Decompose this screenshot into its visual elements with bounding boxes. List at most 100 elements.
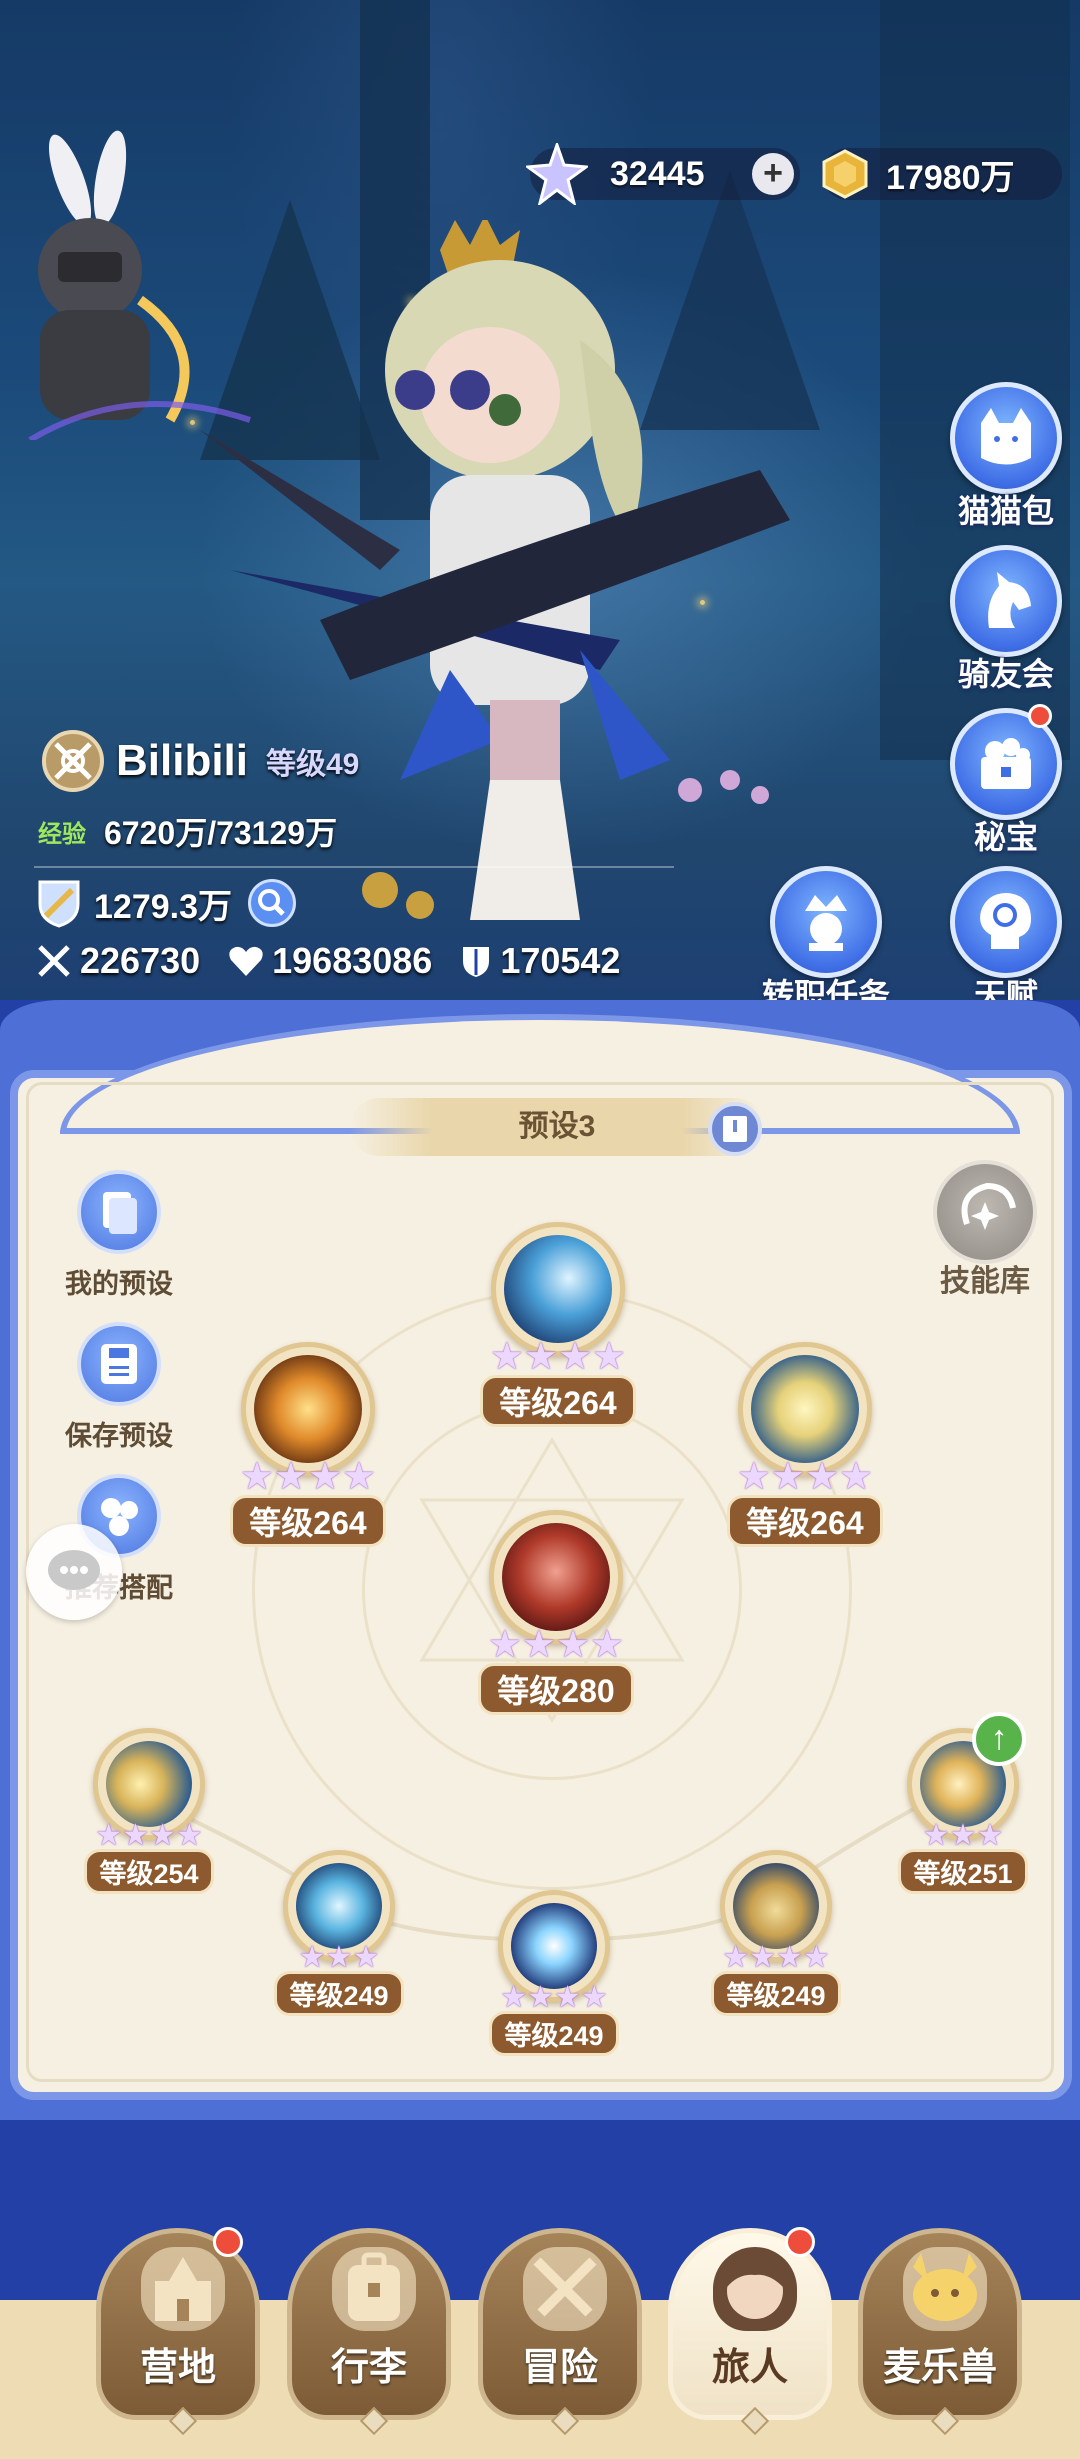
nav-traveler[interactable]: 旅人 [668,2227,832,2436]
camp-notification-dot [213,2227,243,2257]
skill-level: 等级249 [711,1971,841,2016]
skill-level: 等级249 [489,2011,619,2056]
lightning-skill-icon [504,1235,612,1343]
treasure-notification-dot [1028,704,1052,728]
rider-club-button[interactable]: 骑友会 [944,545,1068,695]
power-detail-button[interactable] [248,879,296,927]
treasure-button[interactable]: 秘宝 [944,704,1068,858]
cat-pet-icon [903,2247,987,2331]
skill-slot-bottom-3[interactable]: ★★★★ 等级249 [711,1850,841,2016]
preset-rename-button[interactable] [708,1102,762,1156]
nav-pet[interactable]: 麦乐兽 [858,2228,1022,2436]
nav-adventure[interactable]: 冒险 [478,2228,642,2436]
star-gem-icon [526,143,588,205]
fortress-skill-icon [733,1863,819,1949]
job-quest-icon-frame [770,866,882,978]
floating-chat-button[interactable] [26,1524,122,1620]
skill-level: 等级264 [230,1495,386,1547]
attack-stat: 226730 [36,940,200,982]
defense-stat: 170542 [460,940,620,982]
nav-camp[interactable]: 营地 [96,2227,260,2436]
skill-stars: ★★★★ [722,1941,830,1974]
skill-slot-bottom-1[interactable]: ★★★ 等级249 [274,1850,404,2016]
search-icon [258,889,285,916]
skill-level: 等级254 [84,1849,214,1894]
save-disk-icon [101,1344,137,1384]
player-level: 等级49 [266,748,360,781]
nav-camp-label: 营地 [139,2347,216,2389]
divider [34,866,674,868]
nav-traveler-label: 旅人 [711,2347,788,2389]
hp-value: 19683086 [272,940,433,981]
book-icon [723,1116,747,1142]
skill-slot-center[interactable]: ★★★★ 等级280 [466,1510,646,1715]
skill-level: 等级264 [480,1375,636,1427]
nav-luggage-label: 行李 [330,2347,407,2389]
skill-library-button[interactable]: 技能库 [920,1160,1050,1300]
job-change-quest-button[interactable]: 转职任务 [756,866,896,1016]
skill-stars: ★★★★ [489,1336,627,1378]
my-presets-icon-frame [77,1170,161,1254]
talent-icon-frame [950,866,1062,978]
add-gems-button[interactable]: + [752,153,794,195]
flower-decoration [678,770,769,804]
crossed-swords-icon [38,945,70,977]
combat-power-shield-icon [38,880,80,928]
heart-icon [229,946,263,976]
upgrade-available-icon[interactable]: ↑ [972,1712,1026,1766]
experience-tag: 经验 [38,820,86,848]
rider-club-label: 骑友会 [957,656,1054,692]
flame-burst-skill-icon [254,1355,362,1463]
cards-icon [103,1192,137,1234]
class-crossbow-icon [42,730,104,792]
experience-value: 6720万/73129万 [104,815,338,851]
crossed-swords-icon [523,2247,607,2331]
nav-luggage[interactable]: 行李 [287,2228,451,2436]
skill-slot-bottom-2[interactable]: ★★★★ 等级249 [489,1890,619,2056]
flower-decoration [362,872,434,919]
whirlwind-skill-icon [751,1355,859,1463]
my-presets-button[interactable]: 我的预设 [54,1170,184,1301]
talent-button[interactable]: 天赋 [944,866,1068,1016]
crown-knight-icon [805,895,847,951]
gem-amount: 32445 [610,154,705,193]
skill-stars: ★★★★ [487,1624,625,1666]
skill-slot-lower-right[interactable]: ↑ ★★★ 等级251 [898,1712,1028,1894]
traveler-avatar-icon [713,2247,797,2331]
skill-level: 等级251 [898,1849,1028,1894]
skill-slot-top[interactable]: ★★★★ 等级264 [468,1222,648,1427]
gold-amount: 17980万 [886,158,1015,197]
player-name: Bilibili [116,736,248,785]
skill-slot-lower-left[interactable]: ★★★★ 等级254 [84,1728,214,1894]
defense-value: 170542 [500,940,621,981]
skill-library-icon-frame [933,1160,1037,1264]
eye-of-storm-skill-icon [296,1863,382,1949]
horse-icon [988,572,1031,628]
preset-name-pill[interactable]: 预设3 [350,1098,764,1156]
cat-bag-button[interactable]: 猫猫包 [944,382,1068,532]
save-preset-button[interactable]: 保存预设 [54,1322,184,1453]
skill-level: 等级264 [727,1495,883,1547]
skill-library-label: 技能库 [940,1265,1030,1298]
hp-stat: 19683086 [228,940,432,982]
attack-value: 226730 [80,940,201,981]
skill-stars: ★★★ [922,1819,1004,1852]
chat-icon [48,1550,100,1590]
treasure-icon [981,738,1031,789]
skill-slot-left[interactable]: ★★★★ 等级264 [218,1342,398,1547]
cat-bag-icon-frame [950,382,1062,494]
combat-power-value: 1279.3万 [94,887,232,926]
shield-icon [463,947,490,977]
cat-bag-label: 猫猫包 [957,493,1054,529]
skill-level: 等级249 [274,1971,404,2016]
star-burst-skill-icon [511,1903,597,1989]
skill-level: 等级280 [478,1663,634,1715]
attributes-row: 226730 19683086 170542 [36,940,648,982]
skill-library-icon [961,1182,1016,1230]
skill-slot-right[interactable]: ★★★★ 等级264 [715,1342,895,1547]
horse-icon-frame [950,545,1062,657]
gold-coin-icon [822,149,868,199]
backpack-icon [332,2247,416,2331]
nav-adventure-label: 冒险 [521,2347,598,2389]
skill-stars: ★★★★ [500,1981,608,2014]
